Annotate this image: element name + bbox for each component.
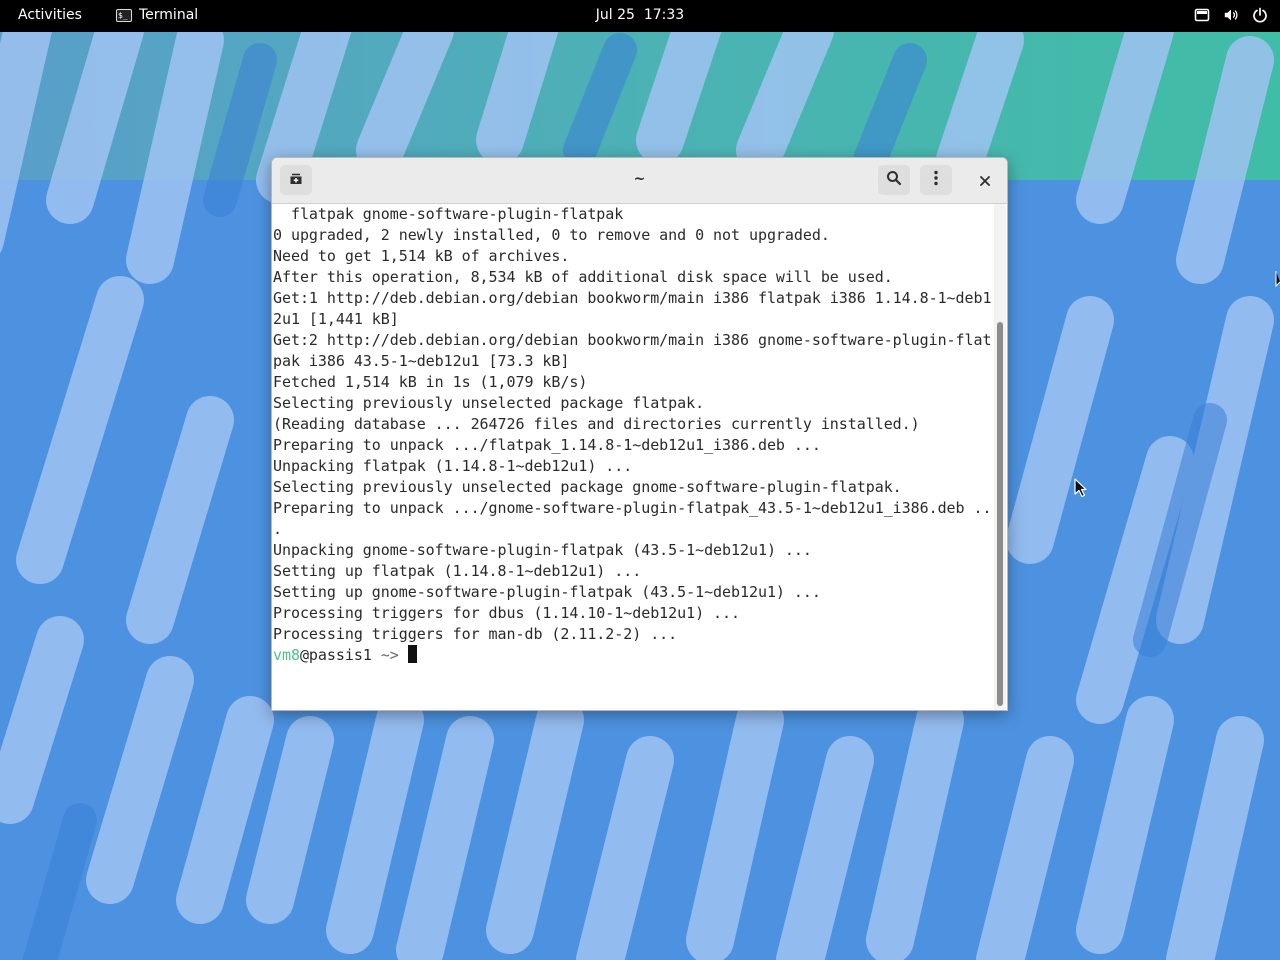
prompt-path: ~> (371, 646, 408, 664)
terminal-line: Preparing to unpack .../gnome-software-p… (273, 499, 992, 517)
terminal-line: . (273, 520, 282, 538)
terminal-line: Need to get 1,514 kB of archives. (273, 247, 570, 265)
terminal-line: Selecting previously unselected package … (273, 478, 902, 496)
terminal-output[interactable]: flatpak gnome-software-plugin-flatpak 0 u… (272, 204, 992, 710)
terminal-line: Setting up gnome-software-plugin-flatpak… (273, 583, 821, 601)
activities-button[interactable]: Activities (18, 7, 82, 23)
clock-button[interactable]: Jul 25 17:33 (596, 7, 684, 23)
scrollbar[interactable] (994, 204, 1006, 710)
terminal-app-icon: $_ (116, 8, 132, 22)
mouse-pointer-icon (1074, 478, 1087, 498)
edge-pointer-icon (1275, 271, 1280, 288)
terminal-line: (Reading database ... 264726 files and d… (273, 415, 920, 433)
terminal-line: Get:2 http://deb.debian.org/debian bookw… (273, 331, 992, 349)
terminal-window[interactable]: ~ flatpak gnome-software-plugin-flatpak 0… (271, 157, 1008, 711)
search-icon (886, 170, 902, 190)
terminal-line: Unpacking flatpak (1.14.8-1~deb12u1) ... (273, 457, 633, 475)
terminal-line: 2u1 [1,441 kB] (273, 310, 399, 328)
top-bar: Activities $_ Terminal Jul 25 17:33 (0, 0, 1280, 32)
system-tray[interactable] (1194, 6, 1268, 24)
terminal-line: Processing triggers for man-db (2.11.2-2… (273, 625, 678, 643)
terminal-prompt-line[interactable]: vm8@passis1 ~> (272, 645, 992, 666)
window-headerbar[interactable]: ~ (272, 158, 1007, 204)
app-menu-label: Terminal (139, 7, 199, 23)
close-button[interactable] (969, 165, 1001, 195)
close-icon (980, 171, 990, 190)
prompt-host: @passis1 (299, 646, 372, 664)
search-button[interactable] (878, 165, 910, 195)
terminal-line: pak i386 43.5-1~deb12u1 [73.3 kB] (273, 352, 570, 370)
scrollbar-thumb[interactable] (997, 322, 1003, 706)
terminal-line: After this operation, 8,534 kB of additi… (273, 268, 893, 286)
terminal-line: Get:1 http://deb.debian.org/debian bookw… (273, 289, 992, 307)
app-menu-button[interactable]: $_ Terminal (116, 7, 198, 23)
terminal-line: Fetched 1,514 kB in 1s (1,079 kB/s) (273, 373, 588, 391)
terminal-line: Preparing to unpack .../flatpak_1.14.8-1… (273, 436, 821, 454)
terminal-line: flatpak gnome-software-plugin-flatpak (273, 205, 624, 223)
prompt-user: vm8 (273, 646, 300, 664)
terminal-line: 0 upgraded, 2 newly installed, 0 to remo… (273, 226, 830, 244)
terminal-line: Selecting previously unselected package … (273, 394, 705, 412)
terminal-line: Processing triggers for dbus (1.14.10-1~… (273, 604, 741, 622)
power-icon[interactable] (1252, 6, 1268, 24)
text-cursor (407, 645, 417, 663)
kebab-menu-icon (934, 170, 938, 190)
volume-icon[interactable] (1223, 6, 1239, 24)
main-menu-button[interactable] (920, 165, 952, 195)
screen-icon[interactable] (1194, 6, 1210, 24)
terminal-line: Unpacking gnome-software-plugin-flatpak … (273, 541, 812, 559)
terminal-line: Setting up flatpak (1.14.8-1~deb12u1) ..… (273, 562, 642, 580)
